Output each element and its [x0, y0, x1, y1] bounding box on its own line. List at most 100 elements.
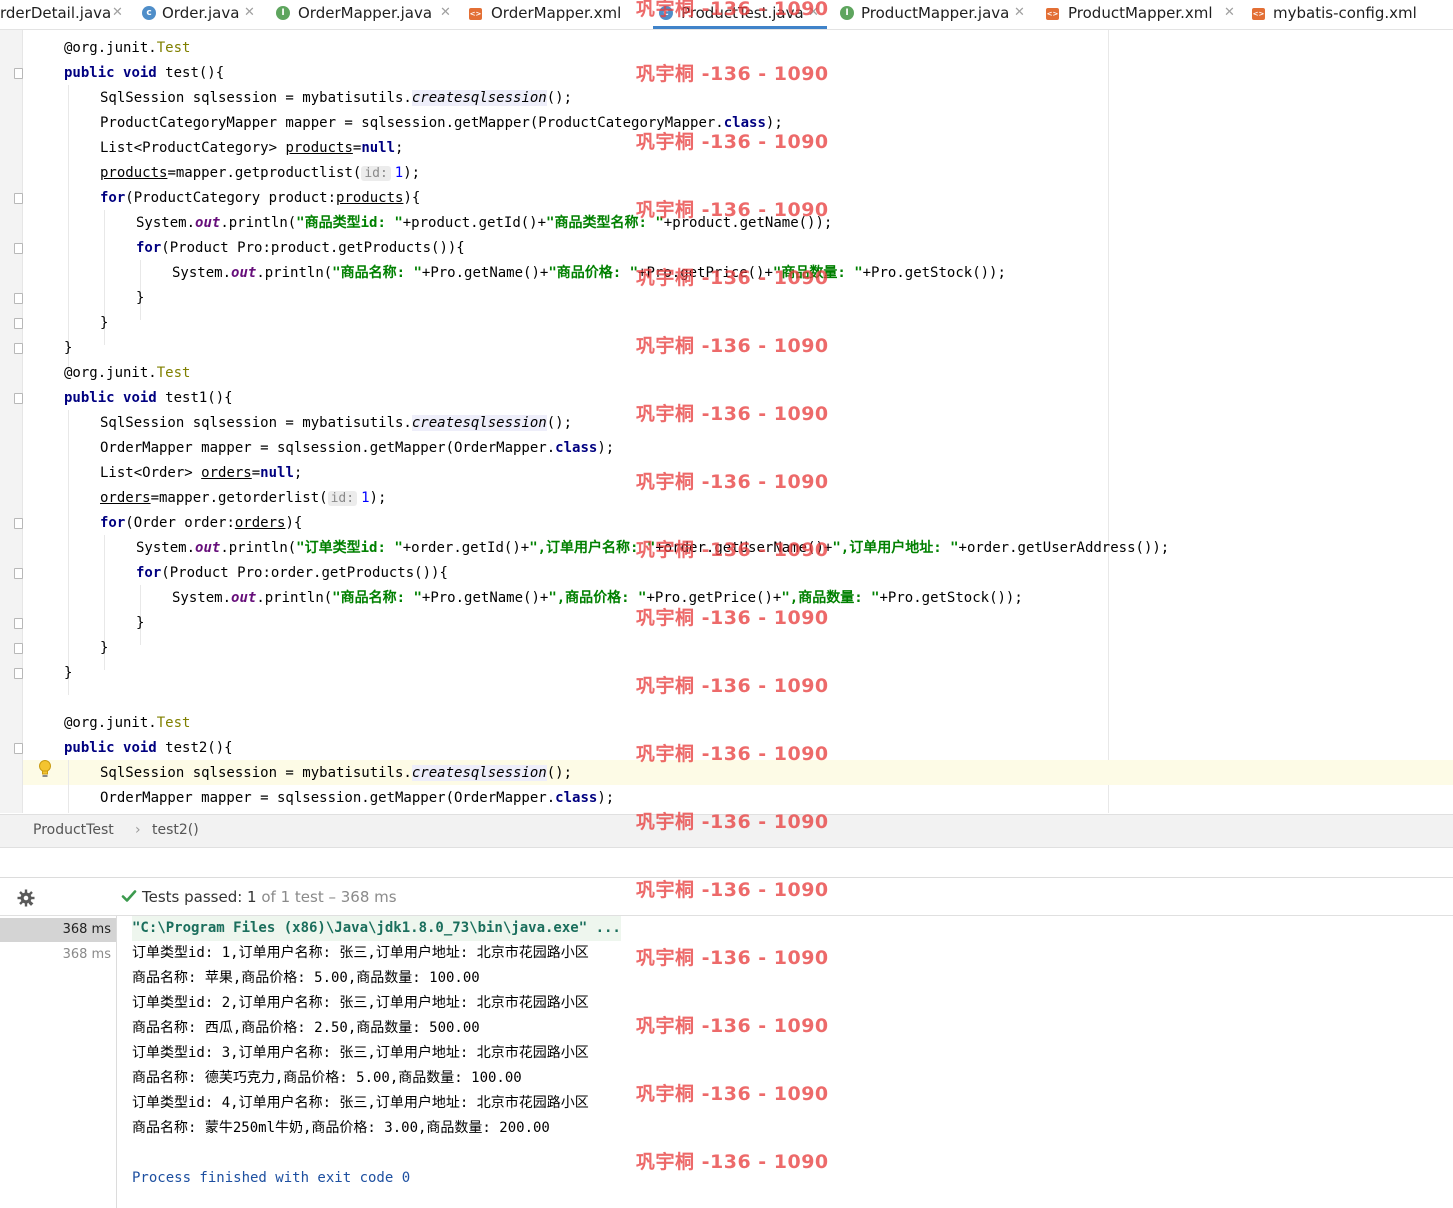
number-literal: 1	[394, 165, 404, 181]
keyword-class: class	[723, 115, 766, 131]
test-tree-row[interactable]: 368 ms	[0, 918, 116, 942]
tab-ordermapper-xml[interactable]: <> OrderMapper.xml	[467, 0, 635, 29]
close-icon[interactable]: ✕	[1014, 5, 1025, 20]
static-method-call: createsqlsession	[411, 415, 547, 431]
fold-icon[interactable]	[14, 343, 23, 354]
fold-icon[interactable]	[14, 668, 23, 679]
close-icon[interactable]: ✕	[808, 5, 819, 20]
static-method-call: createsqlsession	[411, 90, 547, 106]
fold-icon[interactable]	[14, 293, 23, 304]
fold-icon[interactable]	[14, 318, 23, 329]
tab-label: OrderMapper.java	[298, 4, 433, 22]
fold-icon[interactable]	[14, 643, 23, 654]
string-literal: ",订单用户地址: "	[832, 540, 959, 556]
variable-orders: orders	[234, 515, 286, 531]
console-line: 订单类型id: 3,订单用户名称: 张三,订单用户地址: 北京市花园路小区	[132, 1045, 589, 1061]
code-text: ProductCategoryMapper mapper = sqlsessio…	[100, 115, 724, 131]
status-detail: of 1 test – 368 ms	[256, 888, 397, 906]
breadcrumb-method[interactable]: test2()	[152, 822, 199, 838]
tab-mybatis-config-xml[interactable]: <> mybatis-config.xml	[1250, 0, 1453, 29]
fold-icon[interactable]	[14, 743, 23, 754]
code-line: for(Product Pro:product.getProducts()){	[136, 236, 465, 261]
static-field-out: out	[231, 265, 257, 281]
xml-icon: <>	[1252, 8, 1265, 20]
right-margin-guide	[1108, 30, 1109, 813]
run-panel: Tests passed: 1 of 1 test – 368 ms 368 m…	[0, 877, 1453, 1208]
console-output[interactable]: "C:\Program Files (x86)\Java\jdk1.8.0_73…	[117, 916, 1453, 1208]
keyword-null: null	[260, 465, 294, 481]
tab-order-java[interactable]: c Order.java ✕	[138, 0, 264, 29]
code-text: );	[597, 440, 615, 456]
static-field-out: out	[195, 540, 221, 556]
fold-icon[interactable]	[14, 243, 23, 254]
code-text: +Pro.getStock());	[862, 265, 1006, 281]
annotation-prefix: @org.junit.	[64, 715, 157, 731]
code-line: System.out.println("商品名称: "+Pro.getName(…	[172, 586, 1023, 611]
close-icon[interactable]: ✕	[244, 5, 255, 20]
console-exit-line: Process finished with exit code 0	[132, 1170, 411, 1186]
test-duration: 368 ms	[62, 947, 111, 962]
fold-icon[interactable]	[14, 393, 23, 404]
console-line: 商品名称: 德芙巧克力,商品价格: 5.00,商品数量: 100.00	[132, 1070, 522, 1086]
code-text: ){	[403, 190, 421, 206]
fold-icon[interactable]	[14, 193, 23, 204]
tab-label: rderDetail.java	[0, 4, 112, 22]
lightbulb-icon[interactable]	[38, 760, 52, 780]
code-line: }	[64, 340, 73, 356]
code-line: List<Order> orders=null;	[100, 461, 302, 486]
code-text: OrderMapper mapper = sqlsession.getMappe…	[100, 440, 556, 456]
code-line: }	[100, 315, 109, 331]
test-tree-row[interactable]: 368 ms	[0, 943, 116, 967]
active-tab-indicator	[653, 26, 827, 29]
editor-gutter	[0, 30, 23, 813]
code-text: (Order order:	[125, 515, 235, 531]
fold-icon[interactable]	[14, 68, 23, 79]
keyword-public: public	[64, 740, 115, 756]
keyword-void: void	[123, 65, 157, 81]
fold-icon[interactable]	[14, 518, 23, 529]
code-text: ;	[293, 465, 303, 481]
annotation-prefix: @org.junit.	[64, 40, 157, 56]
interface-icon: I	[840, 6, 854, 20]
tab-orderdetail-java[interactable]: rderDetail.java ✕	[0, 0, 130, 29]
code-editor[interactable]: @org.junit.Test public void test(){ SqlS…	[0, 30, 1453, 813]
string-literal: "商品类型id: "	[296, 215, 403, 231]
code-text: List<ProductCategory>	[100, 140, 286, 156]
code-text: (Product Pro:order.getProducts()){	[161, 565, 448, 581]
indent-guide	[68, 410, 69, 695]
code-text: .println(	[220, 540, 297, 556]
tab-productmapper-java[interactable]: I ProductMapper.java ✕	[836, 0, 1036, 29]
close-icon[interactable]: ✕	[1224, 5, 1235, 20]
tab-producttest-java[interactable]: c ProductTest.java ✕	[653, 0, 827, 29]
static-field-out: out	[195, 215, 221, 231]
tab-label: mybatis-config.xml	[1273, 4, 1417, 22]
string-literal: "商品数量: "	[772, 265, 863, 281]
tab-ordermapper-java[interactable]: I OrderMapper.java ✕	[272, 0, 460, 29]
close-icon[interactable]: ✕	[112, 5, 123, 20]
fold-icon[interactable]	[14, 618, 23, 629]
code-text: List<Order>	[100, 465, 202, 481]
gear-icon[interactable]	[17, 889, 35, 907]
interface-icon: I	[276, 6, 290, 20]
variable-orders: orders	[100, 490, 151, 506]
string-literal: ",商品价格: "	[548, 590, 647, 606]
console-line: 订单类型id: 2,订单用户名称: 张三,订单用户地址: 北京市花园路小区	[132, 995, 589, 1011]
code-text: SqlSession sqlsession = mybatisutils.	[100, 765, 412, 781]
tab-productmapper-xml[interactable]: <> ProductMapper.xml ✕	[1044, 0, 1240, 29]
static-field-out: out	[231, 590, 257, 606]
code-line: orders=mapper.getorderlist(id: 1);	[100, 486, 386, 511]
keyword-for: for	[100, 190, 126, 206]
number-literal: 1	[361, 490, 370, 506]
code-line: public void test2(){	[64, 736, 233, 761]
code-text: +Pro.getStock());	[879, 590, 1023, 606]
code-text: (ProductCategory product:	[125, 190, 337, 206]
check-icon	[121, 890, 137, 902]
code-line: System.out.println("商品类型id: "+product.ge…	[136, 211, 832, 236]
tab-label: ProductMapper.java	[861, 4, 1010, 22]
close-icon[interactable]: ✕	[440, 5, 451, 20]
variable-products: products	[100, 165, 168, 181]
fold-icon[interactable]	[14, 568, 23, 579]
keyword-void: void	[123, 740, 157, 756]
string-literal: "商品名称: "	[332, 590, 422, 606]
breadcrumb-class[interactable]: ProductTest	[33, 822, 114, 838]
